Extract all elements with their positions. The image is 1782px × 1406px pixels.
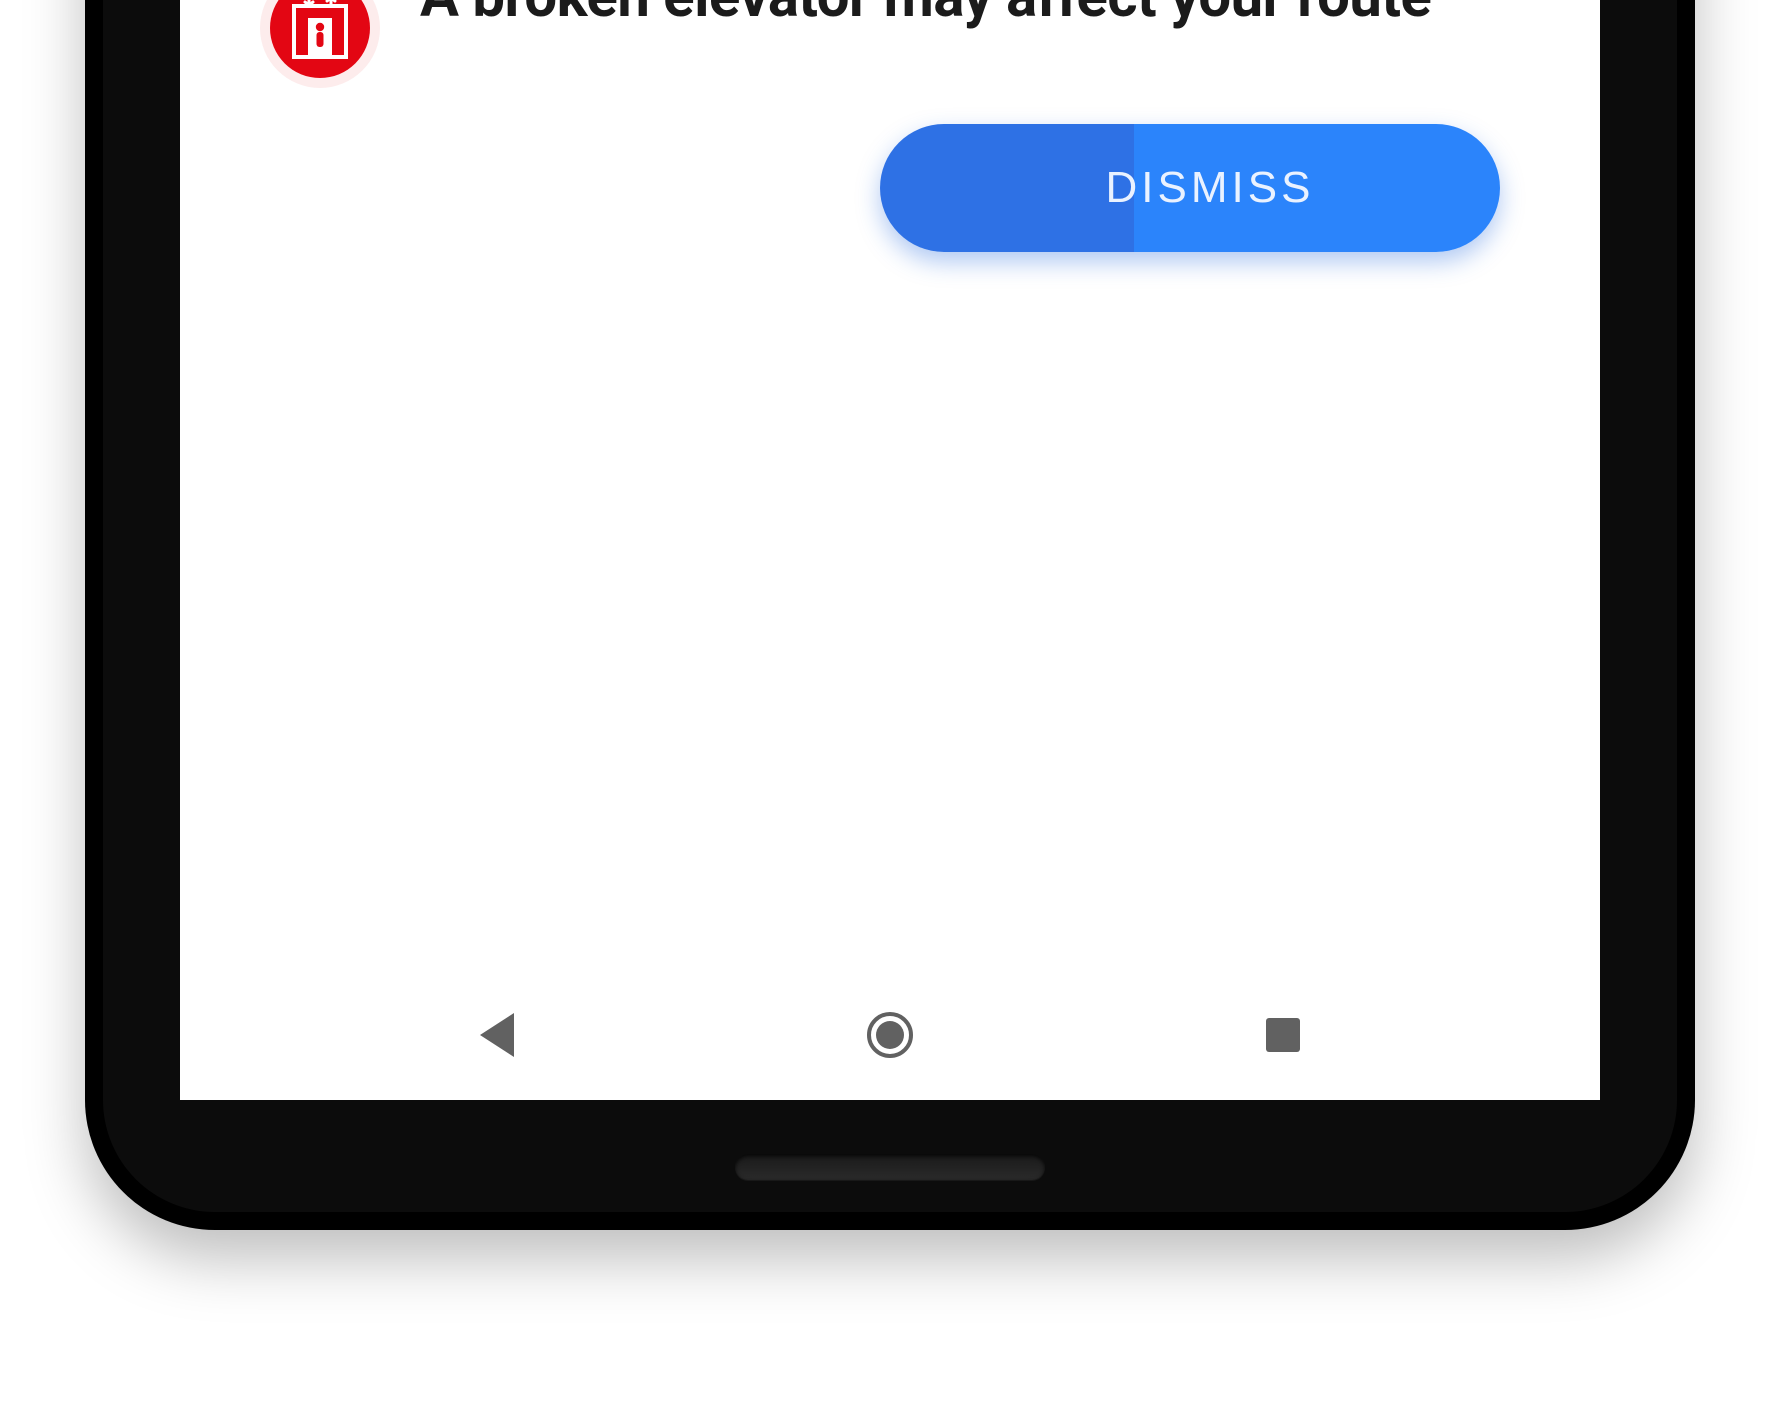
nav-recent-button[interactable] xyxy=(1253,1005,1313,1065)
broken-elevator-icon xyxy=(270,0,370,78)
alert-title: A broken elevator may affect your route xyxy=(420,0,1431,33)
nav-home-button[interactable] xyxy=(860,1005,920,1065)
phone-speaker xyxy=(735,1154,1045,1180)
alert-icon-badge xyxy=(260,0,380,88)
recent-square-icon xyxy=(1266,1018,1300,1052)
back-triangle-icon xyxy=(480,1013,514,1057)
route-alert-card: A broken elevator may affect your route … xyxy=(180,0,1600,970)
home-circle-icon xyxy=(867,1012,913,1058)
phone-screen: E Knollwood St xyxy=(180,0,1600,1100)
dismiss-button[interactable]: DISMISS xyxy=(880,124,1500,252)
android-nav-bar xyxy=(180,970,1600,1100)
nav-back-button[interactable] xyxy=(467,1005,527,1065)
dismiss-button-label: DISMISS xyxy=(1106,163,1315,213)
phone-frame: E Knollwood St xyxy=(85,0,1695,1230)
